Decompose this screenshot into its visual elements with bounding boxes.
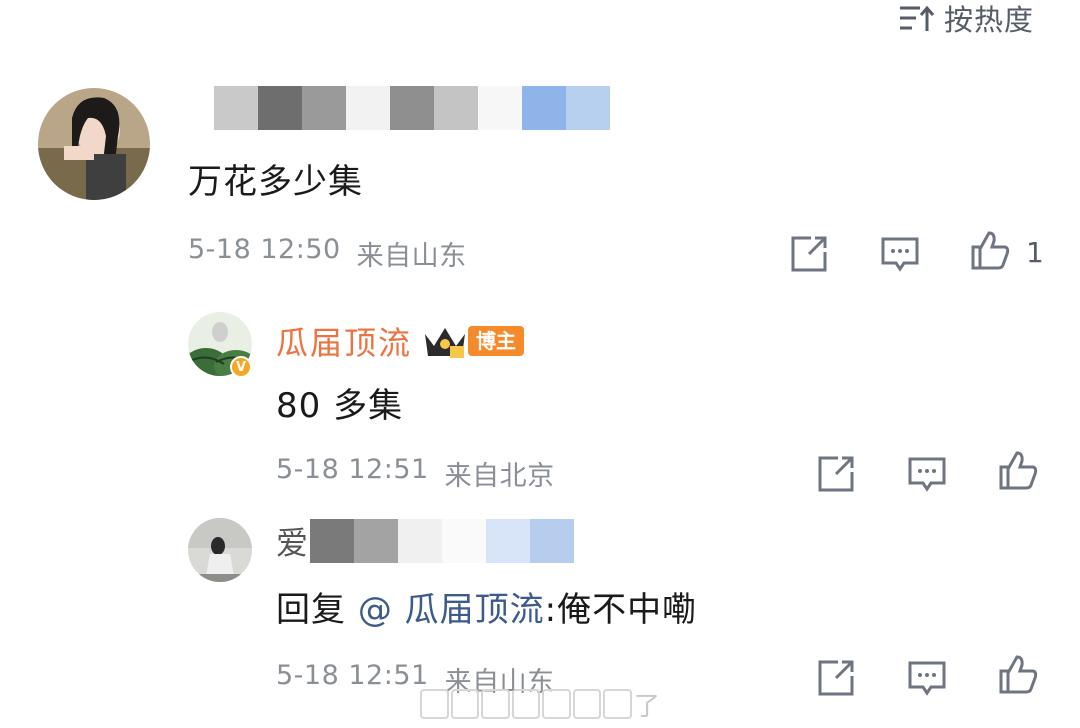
reply-author-visible: 爱 bbox=[276, 524, 311, 562]
comment-icon[interactable] bbox=[907, 658, 947, 698]
reply-text: 80 多集 bbox=[276, 386, 404, 426]
reply-body: :俺不中嘞 bbox=[544, 590, 698, 630]
sort-label: 按热度 bbox=[944, 3, 1035, 37]
blogger-badge: 博主 bbox=[422, 324, 525, 358]
avatar[interactable] bbox=[188, 518, 252, 582]
reply-time: 5-18 12:51 bbox=[276, 660, 429, 691]
mention-link[interactable]: @ 瓜届顶流 bbox=[358, 590, 545, 630]
author-name-blurred bbox=[310, 519, 575, 563]
like-count: 1 bbox=[1026, 236, 1044, 269]
reply-author-row: 瓜届顶流 博主 bbox=[276, 318, 525, 364]
watermark-text: 了 bbox=[633, 691, 660, 722]
reply-prefix: 回复 bbox=[276, 590, 346, 630]
like-icon[interactable] bbox=[970, 230, 1010, 270]
crown-icon bbox=[425, 328, 466, 358]
avatar[interactable] bbox=[38, 88, 150, 200]
sort-icon bbox=[900, 5, 934, 31]
reply-text: 回复 @ 瓜届顶流:俺不中嘞 bbox=[276, 582, 697, 631]
reply-meta: 5-18 12:51 来自北京 bbox=[276, 454, 555, 493]
comment-icon[interactable] bbox=[907, 454, 947, 494]
comment-text: 万花多少集 bbox=[188, 162, 363, 202]
comment-location: 来自山东 bbox=[356, 241, 467, 272]
like-icon[interactable] bbox=[998, 450, 1038, 490]
comment-icon[interactable] bbox=[880, 234, 920, 274]
share-icon[interactable] bbox=[789, 234, 829, 274]
author-name-blurred[interactable] bbox=[214, 86, 610, 130]
verified-badge: V bbox=[230, 356, 252, 378]
reply-author-name[interactable]: 瓜届顶流 bbox=[276, 318, 412, 364]
comment-time: 5-18 12:50 bbox=[188, 234, 341, 265]
reply-location: 来自北京 bbox=[444, 461, 555, 492]
reply-time: 5-18 12:51 bbox=[276, 454, 429, 485]
like-icon[interactable] bbox=[998, 654, 1038, 694]
share-icon[interactable] bbox=[816, 454, 856, 494]
watermark: 了 bbox=[420, 684, 660, 724]
blogger-tag: 博主 bbox=[468, 326, 525, 356]
reply-author-row[interactable]: 爱 bbox=[276, 518, 575, 564]
comment-meta: 5-18 12:50 来自山东 bbox=[188, 234, 467, 273]
share-icon[interactable] bbox=[816, 658, 856, 698]
sort-by-hot[interactable]: 按热度 bbox=[898, 0, 1035, 37]
